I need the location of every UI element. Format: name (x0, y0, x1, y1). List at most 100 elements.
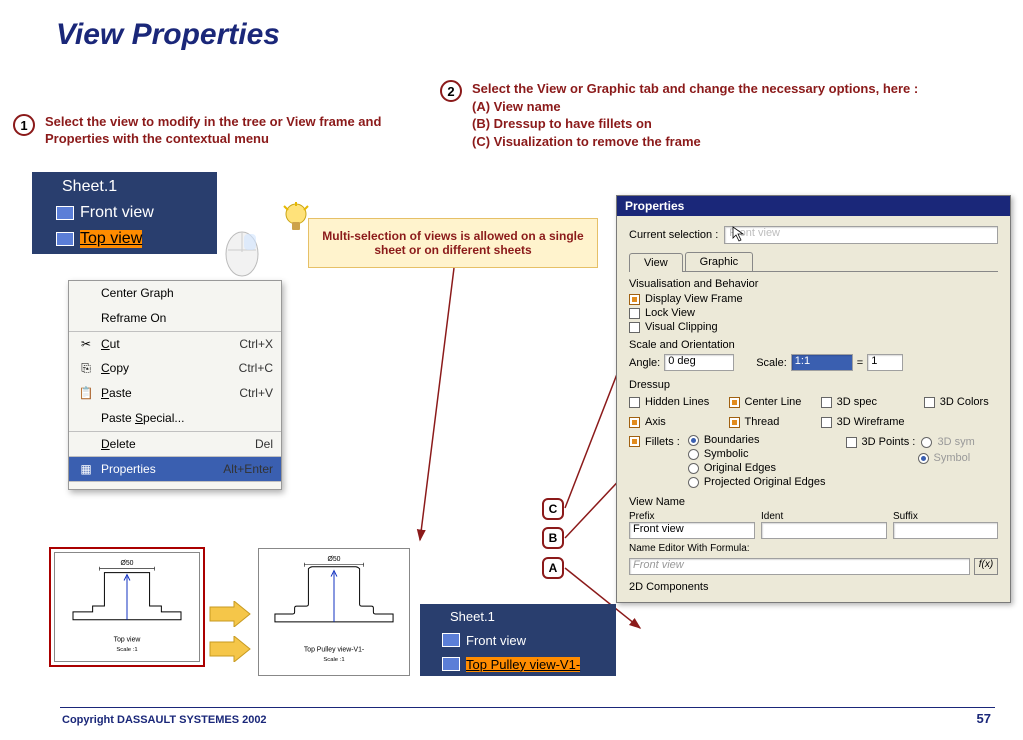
step-2-number: 2 (440, 80, 462, 102)
ctx-delete-acc: Del (255, 437, 273, 451)
ctx-copy[interactable]: ⎘CopyCtrl+C (69, 356, 281, 381)
cursor-icon (731, 226, 747, 242)
ident-field[interactable] (761, 522, 887, 539)
ctx-center-graph[interactable]: Center Graph (69, 281, 281, 306)
scale-field[interactable]: 1:1 (791, 354, 853, 371)
chk-lock-view-label: Lock View (645, 307, 695, 319)
tree2-sheet[interactable]: Sheet.1 (420, 604, 616, 628)
drawing-a-label: Top view (114, 636, 141, 643)
rad-boundaries-label: Boundaries (704, 434, 760, 446)
tree2-front-label: Front view (466, 633, 526, 648)
checkbox-icon (729, 417, 740, 428)
ctx-paste-special[interactable]: Paste Special... (69, 406, 281, 431)
current-selection-label: Current selection : (629, 229, 718, 241)
step-1-text: Select the view to modify in the tree or… (45, 114, 443, 148)
step-2-a: (A) View name (472, 99, 561, 114)
tree-top-view[interactable]: Top view (32, 226, 217, 252)
radio-icon (688, 463, 699, 474)
chk-3d-spec[interactable]: 3D spec (821, 396, 914, 408)
tree-sheet-label: Sheet.1 (62, 178, 117, 196)
rad-symbol-label: Symbol (934, 452, 971, 464)
rad-symbolic[interactable]: Symbolic (688, 448, 826, 460)
checkbox-icon (629, 322, 640, 333)
chk-3d-points[interactable]: 3D Points : 3D sym (846, 436, 975, 448)
tree2-top-label: Top Pulley view-V1- (466, 657, 580, 672)
chk-lock-view[interactable]: Lock View (629, 307, 998, 319)
chk-3d-colors[interactable]: 3D Colors (924, 396, 998, 408)
suffix-field[interactable] (893, 522, 998, 539)
checkbox-icon (821, 397, 832, 408)
sheet-icon (38, 180, 56, 194)
viewname-group-label: View Name (629, 496, 998, 508)
ctx-properties-acc: Alt+Enter (223, 462, 273, 476)
chk-hidden-label: Hidden Lines (645, 396, 709, 408)
drawing-a-scale: Scale :1 (116, 647, 137, 653)
angle-label: Angle: (629, 357, 660, 369)
ctx-properties-label: Properties (101, 462, 223, 476)
angle-field[interactable]: 0 deg (664, 354, 734, 371)
step-2: 2 Select the View or Graphic tab and cha… (440, 80, 975, 150)
ctx-reframe-on[interactable]: Reframe On (69, 306, 281, 331)
tree-front-view[interactable]: Front view (32, 200, 217, 226)
chk-thread[interactable]: Thread (729, 416, 811, 428)
drawing-b-label: Top Pulley view-V1- (304, 646, 364, 653)
callout-c: C (542, 498, 564, 520)
view-icon (442, 633, 460, 647)
fx-button[interactable]: f(x) (974, 558, 998, 575)
tree-panel-1: Sheet.1 Front view Top view (32, 172, 217, 254)
checkbox-icon (629, 436, 640, 447)
chk-hidden-lines[interactable]: Hidden Lines (629, 396, 719, 408)
ctx-properties[interactable]: ▦PropertiesAlt+Enter (69, 456, 281, 481)
rad-projected-original[interactable]: Projected Original Edges (688, 476, 826, 488)
ctx-cut[interactable]: ✂CutCtrl+X (69, 331, 281, 356)
chk-fillets[interactable]: Fillets : (629, 436, 680, 448)
radio-icon (688, 435, 699, 446)
formula-field[interactable]: Front view (629, 558, 970, 575)
chk-3d-wireframe[interactable]: 3D Wireframe (821, 416, 914, 428)
rad-symbol[interactable]: Symbol (918, 452, 975, 464)
view-icon (442, 657, 460, 671)
chk-axis-label: Axis (645, 416, 666, 428)
footer-page: 57 (977, 711, 991, 726)
drawing-after: Ø50 Top Pulley view-V1- Scale :1 (258, 548, 410, 676)
ctx-paste-special-label: Paste Special... (101, 411, 273, 425)
drawing-b-dia: Ø50 (328, 556, 341, 563)
bulb-icon (282, 202, 310, 236)
chk-visual-clipping[interactable]: Visual Clipping (629, 321, 998, 333)
ctx-delete[interactable]: DeleteDel (69, 431, 281, 456)
ctx-copy-label: Copy (101, 361, 239, 375)
drawing-a-dia: Ø50 (121, 560, 134, 567)
ctx-paste[interactable]: 📋PasteCtrl+V (69, 381, 281, 406)
step-2-text: Select the View or Graphic tab and chang… (472, 80, 918, 150)
step-2-b: (B) Dressup to have fillets on (472, 116, 652, 131)
chk-display-frame[interactable]: Display View Frame (629, 293, 998, 305)
view-icon (56, 206, 74, 220)
tree2-sheet-label: Sheet.1 (450, 609, 495, 624)
drawing-before: Ø50 Top view Scale :1 (54, 552, 200, 662)
chk-center-line[interactable]: Center Line (729, 396, 811, 408)
ctx-delete-label: Delete (101, 437, 255, 451)
current-selection-field[interactable]: Front view (724, 226, 998, 244)
ctx-center-graph-label: Center Graph (101, 286, 273, 300)
scale-num-field[interactable]: 1 (867, 354, 903, 371)
rad-boundaries[interactable]: Boundaries (688, 434, 826, 446)
scissors-icon: ✂ (77, 335, 95, 353)
mouse-icon (218, 228, 266, 278)
tab-view[interactable]: View (629, 253, 683, 272)
tree-panel-2: Sheet.1 Front view Top Pulley view-V1- (420, 604, 616, 676)
tree-top-label: Top view (80, 230, 142, 248)
tree2-top-pulley-view[interactable]: Top Pulley view-V1- (420, 652, 616, 676)
chk-axis[interactable]: Axis (629, 416, 719, 428)
checkbox-icon (729, 397, 740, 408)
rad-original-edges[interactable]: Original Edges (688, 462, 826, 474)
prefix-field[interactable]: Front view (629, 522, 755, 539)
rad-projorig-label: Projected Original Edges (704, 476, 826, 488)
arrow-block-icon (208, 601, 252, 627)
tree2-front-view[interactable]: Front view (420, 628, 616, 652)
dialog-title: Properties (617, 196, 1010, 216)
tab-graphic[interactable]: Graphic (685, 252, 754, 271)
tree-sheet[interactable]: Sheet.1 (32, 174, 217, 200)
rad-origedges-label: Original Edges (704, 462, 776, 474)
prefix-label: Prefix (629, 511, 755, 522)
vis-group-label: Visualisation and Behavior (629, 278, 998, 290)
